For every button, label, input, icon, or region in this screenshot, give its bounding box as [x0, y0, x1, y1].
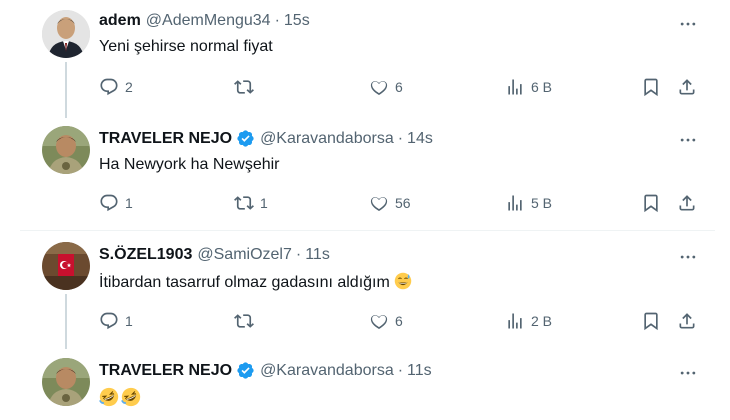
more-icon[interactable]: [676, 12, 700, 36]
reply-count: 1: [125, 313, 133, 329]
timestamp[interactable]: 15s: [284, 12, 310, 30]
share-button[interactable]: [677, 311, 697, 331]
thread-line: [65, 62, 67, 118]
bookmark-button[interactable]: [641, 311, 661, 331]
retweet-icon: [234, 196, 254, 210]
separator: ·: [397, 129, 404, 147]
tweet-text: Ha Newyork ha Newşehir: [99, 156, 280, 173]
tweet[interactable]: TRAVELER NEJO @Karavandaborsa · 11s: [0, 349, 730, 420]
reply-count: 1: [125, 195, 133, 211]
share-icon: [679, 79, 695, 95]
more-icon[interactable]: [676, 361, 700, 385]
verified-icon: [237, 362, 254, 379]
avatar[interactable]: [42, 10, 90, 58]
rofl-emoji: [99, 387, 119, 407]
timestamp[interactable]: 14s: [407, 130, 433, 148]
tweet-header: TRAVELER NEJO @Karavandaborsa · 11s: [99, 361, 432, 380]
views-count: 5 B: [531, 195, 553, 211]
views-button[interactable]: 6 B: [505, 77, 552, 97]
views-icon: [508, 79, 522, 95]
user-handle[interactable]: @Karavandaborsa: [260, 130, 394, 148]
tweet-header: TRAVELER NEJO @Karavandaborsa · 14s: [99, 129, 433, 148]
bookmark-button[interactable]: [641, 77, 661, 97]
tweet-text: Yeni şehirse normal fiyat: [99, 38, 273, 55]
separator: ·: [397, 361, 404, 379]
verified-icon: [237, 130, 254, 147]
like-button[interactable]: 6: [369, 311, 403, 331]
display-name[interactable]: adem: [99, 12, 141, 30]
reply-icon: [100, 78, 118, 96]
rofl-emoji: [121, 387, 141, 407]
user-handle[interactable]: @AdemMengu34: [146, 12, 271, 30]
reply-button[interactable]: 1: [99, 193, 133, 213]
avatar[interactable]: [42, 242, 90, 290]
tweet-header: S.ÖZEL1903 @SamiOzel7 · 11s: [99, 246, 330, 264]
display-name[interactable]: TRAVELER NEJO: [99, 362, 232, 380]
retweet-icon: [234, 80, 254, 94]
share-button[interactable]: [677, 77, 697, 97]
tweet-text-row: İtibardan tasarruf olmaz gadasını aldığı…: [99, 272, 412, 292]
retweet-icon: [234, 314, 254, 328]
sweat-smile-emoji: [394, 272, 412, 290]
tweet-header: adem @AdemMengu34 · 15s: [99, 12, 310, 30]
retweet-count: 1: [260, 195, 268, 211]
reply-count: 2: [125, 79, 133, 95]
tweet[interactable]: TRAVELER NEJO @Karavandaborsa · 14s Ha N…: [0, 118, 730, 230]
views-icon: [508, 313, 522, 329]
like-icon: [370, 197, 388, 211]
tweet-text: İtibardan tasarruf olmaz gadasını aldığı…: [99, 274, 390, 291]
timestamp[interactable]: 11s: [407, 362, 432, 380]
like-button[interactable]: 6: [369, 77, 403, 97]
reply-button[interactable]: 1: [99, 311, 133, 331]
avatar[interactable]: [42, 358, 90, 406]
bookmark-icon: [644, 194, 658, 213]
separator: ·: [274, 12, 280, 29]
tweet[interactable]: adem @AdemMengu34 · 15s Yeni şehirse nor…: [0, 0, 730, 118]
like-count: 6: [395, 313, 403, 329]
retweet-button[interactable]: [234, 311, 260, 331]
reply-icon: [100, 194, 118, 212]
views-button[interactable]: 2 B: [505, 311, 552, 331]
user-handle[interactable]: @Karavandaborsa: [260, 362, 394, 380]
reply-button[interactable]: 2: [99, 77, 133, 97]
tweet-text-row: [99, 387, 141, 407]
more-icon[interactable]: [676, 245, 700, 269]
like-icon: [370, 81, 388, 95]
thread-line: [65, 294, 67, 349]
bookmark-icon: [644, 78, 658, 97]
avatar[interactable]: [42, 126, 90, 174]
bookmark-icon: [644, 312, 658, 331]
retweet-button[interactable]: 1: [234, 193, 268, 213]
views-icon: [508, 195, 522, 211]
retweet-button[interactable]: [234, 77, 260, 97]
more-icon[interactable]: [676, 128, 700, 152]
views-button[interactable]: 5 B: [505, 193, 552, 213]
display-name[interactable]: TRAVELER NEJO: [99, 130, 232, 148]
user-handle[interactable]: @SamiOzel7: [197, 246, 292, 264]
reply-icon: [100, 312, 118, 330]
like-count: 56: [395, 195, 411, 211]
separator: ·: [295, 246, 302, 263]
share-icon: [679, 195, 695, 211]
timestamp[interactable]: 11s: [305, 246, 330, 264]
share-button[interactable]: [677, 193, 697, 213]
like-icon: [370, 315, 388, 329]
bookmark-button[interactable]: [641, 193, 661, 213]
display-name[interactable]: S.ÖZEL1903: [99, 246, 192, 264]
tweet[interactable]: S.ÖZEL1903 @SamiOzel7 · 11s İtibardan ta…: [0, 231, 730, 349]
views-count: 6 B: [531, 79, 553, 95]
like-button[interactable]: 56: [369, 193, 411, 213]
views-count: 2 B: [531, 313, 553, 329]
share-icon: [679, 313, 695, 329]
like-count: 6: [395, 79, 403, 95]
